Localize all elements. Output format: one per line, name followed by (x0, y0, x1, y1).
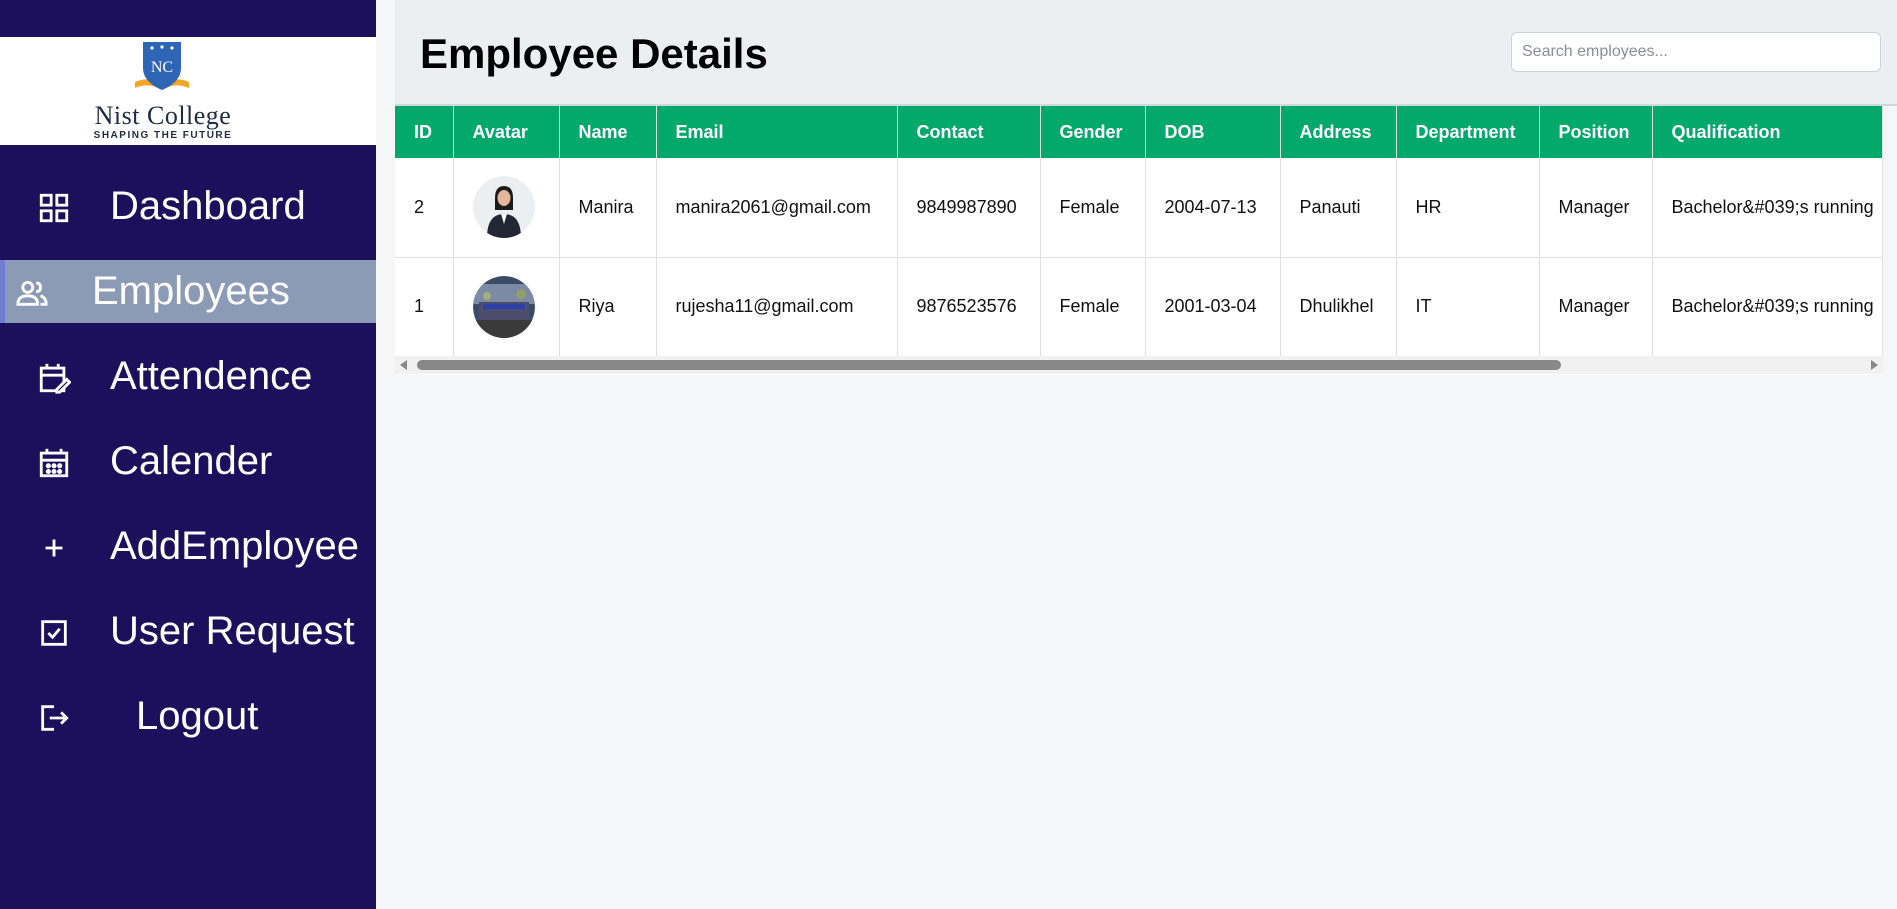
sidebar-item-employees[interactable]: Employees (0, 260, 376, 323)
cell-name: Manira (559, 158, 657, 258)
cell-department: IT (1396, 257, 1540, 357)
column-header-name: Name (559, 106, 657, 158)
dashboard-grid-icon (36, 190, 72, 226)
sidebar-item-logout[interactable]: Logout (0, 685, 376, 748)
cell-gender: Female (1040, 158, 1146, 258)
employee-table: ID Avatar Name Email Contact Gender DOB … (395, 106, 1883, 357)
table-horizontal-scrollbar[interactable] (395, 356, 1883, 374)
avatar (472, 275, 535, 338)
cell-gender: Female (1040, 257, 1146, 357)
logout-icon (36, 700, 72, 736)
column-header-gender: Gender (1040, 106, 1146, 158)
cell-contact: 9876523576 (897, 257, 1041, 357)
page-header: Employee Details (395, 0, 1897, 106)
cell-dob: 2001-03-04 (1145, 257, 1281, 357)
cell-address: Dhulikhel (1280, 257, 1397, 357)
logo-title: Nist College (94, 101, 232, 130)
sidebar-item-label: User Request (110, 609, 355, 653)
sidebar-item-user-request[interactable]: User Request (0, 600, 376, 663)
sidebar-item-label: Calender (110, 439, 273, 483)
column-header-avatar: Avatar (453, 106, 560, 158)
sidebar-item-dashboard[interactable]: Dashboard (0, 175, 376, 238)
sidebar-item-calender[interactable]: Calender (0, 430, 376, 493)
cell-name: Riya (559, 257, 657, 357)
sidebar-item-label: Attendence (110, 354, 313, 398)
cell-avatar (453, 257, 560, 357)
cell-email: manira2061@gmail.com (656, 158, 898, 258)
college-logo: NC Nist College SHAPING THE FUTURE (0, 37, 376, 145)
column-header-department: Department (1396, 106, 1540, 158)
cell-contact: 9849987890 (897, 158, 1041, 258)
column-header-contact: Contact (897, 106, 1041, 158)
search-input[interactable] (1511, 32, 1881, 72)
cell-department: HR (1396, 158, 1540, 258)
scroll-left-arrow-icon[interactable] (400, 360, 407, 370)
college-emblem-icon: NC (135, 42, 189, 90)
svg-text:NC: NC (151, 59, 173, 76)
avatar (472, 176, 535, 239)
column-header-position: Position (1539, 106, 1653, 158)
table-row[interactable]: 1 Riya rujesha11@gmail.com 9876523576 Fe… (395, 257, 1883, 357)
column-header-address: Address (1280, 106, 1397, 158)
sidebar-item-addemployee[interactable]: AddEmployee (0, 515, 376, 578)
checkbox-icon (36, 615, 72, 651)
sidebar: NC Nist College SHAPING THE FUTURE Dashb… (0, 0, 376, 909)
sidebar-nav: Dashboard Employees Attendence Calender … (0, 175, 376, 770)
calendar-edit-icon (36, 360, 72, 396)
column-header-qualification: Qualification (1652, 106, 1883, 158)
table-header-row: ID Avatar Name Email Contact Gender DOB … (395, 106, 1883, 158)
column-header-email: Email (656, 106, 898, 158)
cell-address: Panauti (1280, 158, 1397, 258)
calendar-icon (36, 445, 72, 481)
column-header-id: ID (395, 106, 454, 158)
scroll-right-arrow-icon[interactable] (1871, 360, 1878, 370)
cell-qualification: Bachelor&#039;s running (1652, 158, 1883, 258)
cell-position: Manager (1539, 158, 1653, 258)
cell-id: 1 (395, 257, 454, 357)
page-title: Employee Details (420, 30, 768, 77)
cell-qualification: Bachelor&#039;s running (1652, 257, 1883, 357)
table-row[interactable]: 2 Manira manira2061@gmail.com 9849987890… (395, 158, 1883, 258)
sidebar-item-attendence[interactable]: Attendence (0, 345, 376, 408)
sidebar-item-label: Employees (92, 269, 290, 313)
plus-icon (36, 530, 72, 566)
cell-email: rujesha11@gmail.com (656, 257, 898, 357)
cell-position: Manager (1539, 257, 1653, 357)
cell-dob: 2004-07-13 (1145, 158, 1281, 258)
sidebar-item-label: Logout (136, 694, 259, 738)
logo-tagline: SHAPING THE FUTURE (93, 130, 233, 141)
cell-avatar (453, 158, 560, 258)
sidebar-item-label: Dashboard (110, 184, 306, 228)
sidebar-item-label: AddEmployee (110, 524, 360, 568)
employee-table-container: ID Avatar Name Email Contact Gender DOB … (395, 106, 1883, 375)
cell-id: 2 (395, 158, 454, 258)
people-icon (14, 275, 50, 311)
column-header-dob: DOB (1145, 106, 1281, 158)
scrollbar-thumb[interactable] (417, 360, 1561, 370)
